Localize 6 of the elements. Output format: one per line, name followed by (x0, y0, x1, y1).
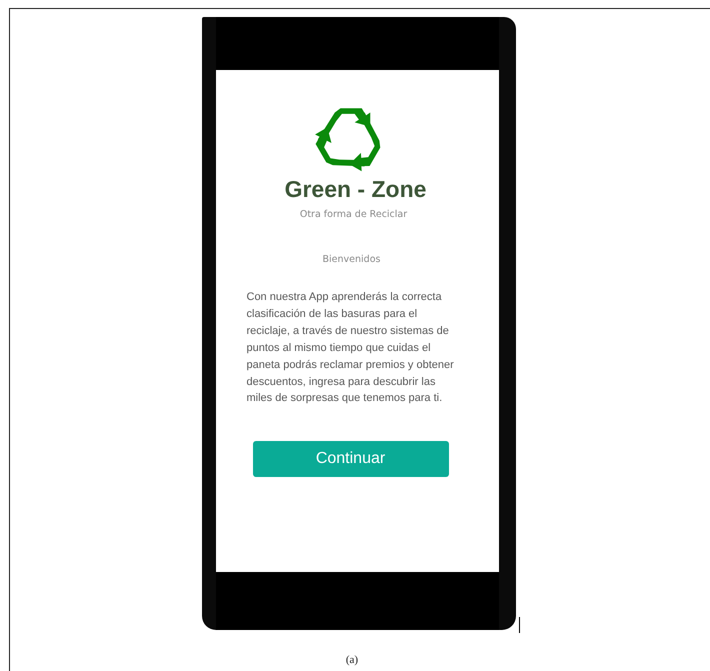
app-subtitle: Otra forma de Reciclar (300, 209, 408, 220)
continue-button[interactable]: Continuar (252, 441, 448, 478)
figure-caption: (a) (346, 654, 358, 666)
welcome-text: Bienvenidos (322, 254, 380, 265)
app-title: Green - Zone (284, 176, 426, 203)
intro-paragraph: Con nuestra App aprenderás la correcta clasificación de las basuras para el reciclaje, a través de nuestro sistemas de puntos al mismo tiempo que cuidas el paneta podrás reclamar premios y obtener descuentos, ingresa para descubrir las miles de sorpresas que tenemos para ti. (246, 290, 455, 406)
